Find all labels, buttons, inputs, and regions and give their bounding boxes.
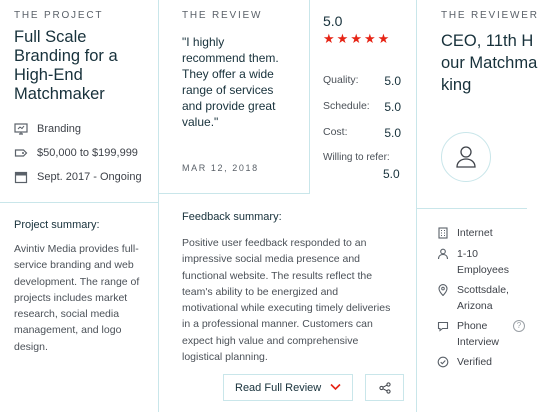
project-budget: $50,000 to $199,999 — [14, 146, 138, 160]
refer-label: Willing to refer: — [323, 152, 390, 163]
project-service: Branding — [14, 122, 81, 136]
help-icon[interactable]: ? — [513, 320, 525, 332]
reviewer-title: CEO, 11th Hour Matchmaking — [441, 32, 538, 94]
project-summary-text: Avintiv Media provides full-service bran… — [14, 243, 140, 353]
score-label: Quality: — [323, 74, 359, 86]
star-icon: ★ — [363, 31, 376, 46]
project-dates: Sept. 2017 - Ongoing — [14, 170, 142, 184]
review-quote: "I highly recommend them. They offer a w… — [182, 35, 279, 129]
score-quality: Quality: 5.0 — [323, 74, 401, 88]
reviewer-industry-text: Internet — [457, 227, 493, 239]
column-divider-2 — [416, 0, 417, 412]
project-divider — [0, 202, 158, 203]
score-label: Cost: — [323, 126, 348, 138]
share-icon — [378, 381, 391, 394]
read-full-review-label: Read Full Review — [235, 381, 322, 394]
star-icon: ★ — [323, 31, 335, 46]
reviewer-interview-text: Phone Interview — [457, 320, 500, 348]
refer-value: 5.0 — [383, 167, 400, 181]
reviewer-location: Scottsdale, Arizona — [437, 282, 527, 314]
chevron-down-icon — [330, 383, 341, 391]
feedback-summary-text: Positive user feedback responded to an i… — [182, 237, 391, 364]
review-eyebrow: THE REVIEW — [182, 10, 263, 21]
score-label: Schedule: — [323, 100, 370, 112]
building-icon — [438, 227, 448, 239]
rating-divider — [309, 0, 310, 194]
chat-bubble-icon — [437, 321, 449, 332]
reviewer-eyebrow: THE REVIEWER — [441, 10, 539, 21]
read-full-review-button[interactable]: Read Full Review — [223, 374, 353, 401]
star-icon: ★ — [350, 31, 362, 46]
score-schedule: Schedule: 5.0 — [323, 100, 401, 114]
score-cost: Cost: 5.0 — [323, 126, 401, 140]
star-rating: ★ ★ ★ ★ ★ — [323, 32, 389, 45]
person-icon — [437, 248, 449, 260]
reviewer-interview: Phone Interview ? — [437, 318, 533, 350]
check-circle-icon — [437, 356, 449, 368]
user-icon — [456, 146, 476, 168]
share-button[interactable] — [365, 374, 404, 401]
project-title: Full Scale Branding for a High-End Match… — [14, 28, 118, 103]
calendar-icon — [14, 171, 28, 184]
project-dates-text: Sept. 2017 - Ongoing — [37, 171, 142, 183]
reviewer-location-text: Scottsdale, Arizona — [457, 284, 509, 312]
reviewer-size-text: 1-10 Employees — [457, 248, 509, 276]
reviewer-industry: Internet — [437, 225, 493, 241]
project-service-text: Branding — [37, 123, 82, 135]
avatar — [441, 132, 491, 182]
reviewer-verified: Verified — [437, 354, 492, 370]
score-value: 5.0 — [384, 74, 401, 88]
column-divider-1 — [158, 0, 159, 412]
overall-score: 5.0 — [323, 13, 343, 29]
score-value: 5.0 — [384, 126, 401, 140]
project-eyebrow: THE PROJECT — [14, 10, 104, 21]
review-date: MAR 12, 2018 — [182, 163, 259, 173]
review-divider — [158, 193, 309, 194]
monitor-icon — [14, 123, 28, 135]
project-budget-text: $50,000 to $199,999 — [37, 147, 138, 159]
reviewer-verified-text: Verified — [457, 356, 493, 368]
price-tag-icon — [14, 149, 28, 157]
location-pin-icon — [438, 284, 448, 296]
score-value: 5.0 — [384, 100, 401, 114]
project-summary-label: Project summary: — [14, 219, 100, 231]
reviewer-size: 1-10 Employees — [437, 246, 517, 278]
star-icon: ★ — [377, 31, 390, 46]
reviewer-divider — [416, 208, 527, 209]
star-icon: ★ — [336, 31, 349, 46]
feedback-summary-label: Feedback summary: — [182, 211, 282, 223]
